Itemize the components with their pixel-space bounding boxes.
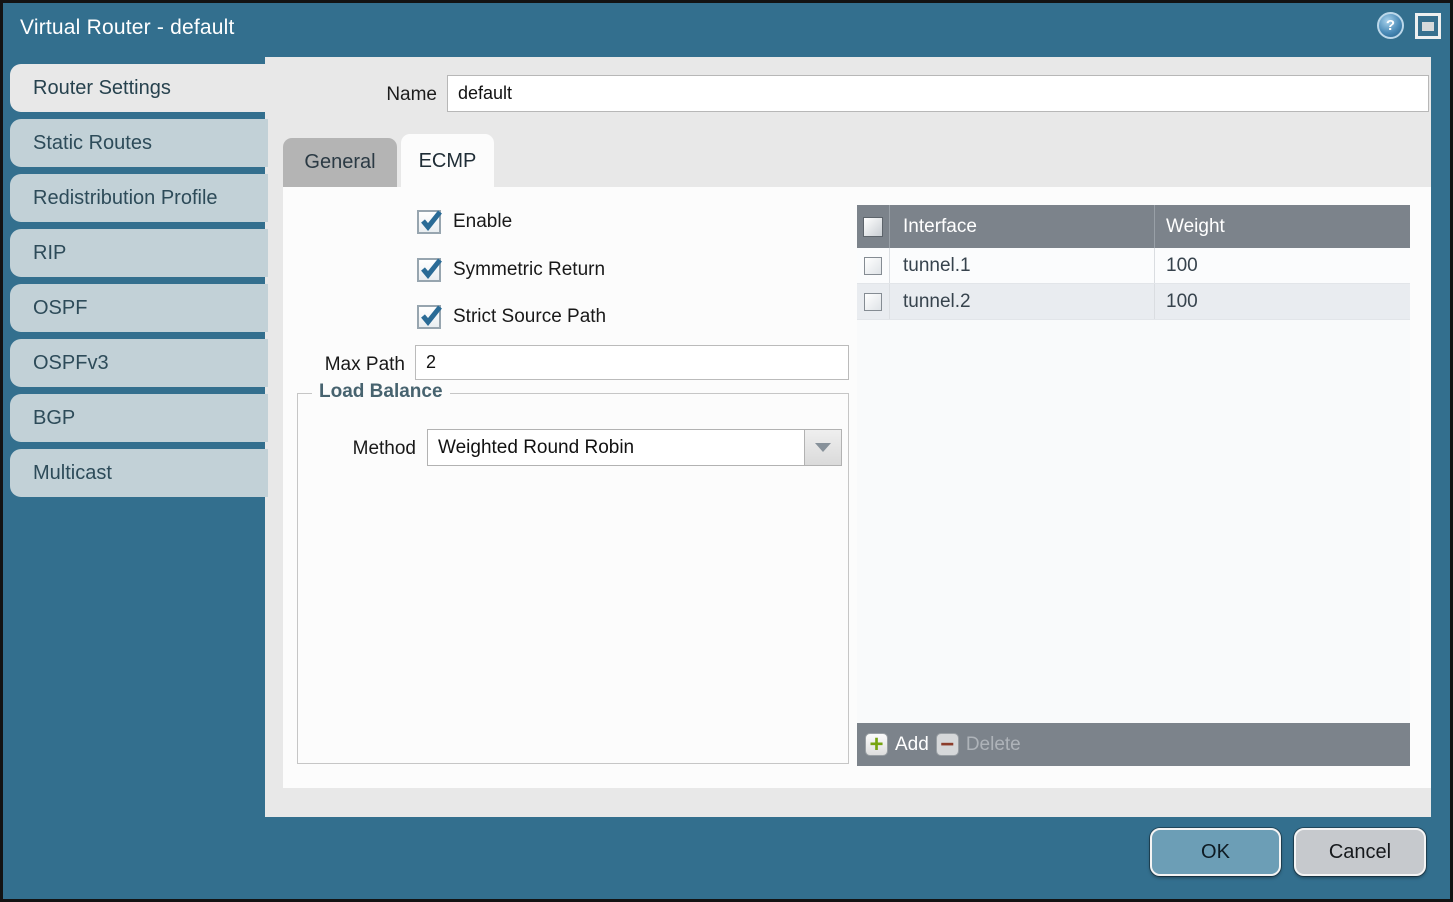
row-checkbox-cell (857, 248, 890, 283)
window-restore-icon[interactable] (1415, 13, 1441, 39)
dialog-title: Virtual Router - default (20, 16, 235, 40)
method-label: Method (320, 431, 416, 467)
cell-interface: tunnel.1 (890, 255, 1154, 277)
chevron-down-icon (815, 443, 831, 452)
table-header: Interface Weight (857, 205, 1410, 248)
strict-source-path-label: Strict Source Path (453, 306, 606, 328)
help-icon-glyph: ? (1386, 17, 1395, 34)
enable-row: Enable (417, 210, 512, 234)
load-balance-legend: Load Balance (312, 381, 450, 403)
minus-icon: − (936, 733, 959, 756)
cell-interface: tunnel.2 (890, 291, 1154, 313)
symmetric-return-checkbox[interactable] (417, 258, 441, 282)
virtual-router-dialog: Virtual Router - default ? Router Settin… (0, 0, 1453, 902)
table-row[interactable]: tunnel.2 100 (857, 284, 1410, 320)
sidebar-item-ospf[interactable]: OSPF (10, 284, 268, 332)
symmetric-return-row: Symmetric Return (417, 258, 605, 282)
max-path-label: Max Path (283, 347, 405, 382)
load-balance-group: Load Balance Method Weighted Round Robin (297, 393, 849, 764)
dropdown-button[interactable] (804, 430, 841, 465)
check-icon (418, 208, 444, 234)
enable-label: Enable (453, 211, 512, 233)
cell-weight: 100 (1154, 248, 1410, 283)
header-checkbox-cell (857, 205, 890, 248)
sidebar-item-router-settings[interactable]: Router Settings (10, 64, 268, 112)
strict-source-path-checkbox[interactable] (417, 305, 441, 329)
sidebar-item-ospfv3[interactable]: OSPFv3 (10, 339, 268, 387)
interface-table: Interface Weight tunnel.1 100 tunnel.2 1… (857, 205, 1410, 766)
row-checkbox[interactable] (864, 293, 882, 311)
add-button-label: Add (895, 734, 929, 756)
name-input[interactable] (447, 75, 1429, 112)
cancel-button[interactable]: Cancel (1294, 828, 1426, 876)
enable-checkbox[interactable] (417, 210, 441, 234)
ecmp-tab-panel: Enable Symmetric Return Strict Source Pa… (283, 187, 1431, 788)
sidebar-item-redistribution-profile[interactable]: Redistribution Profile (10, 174, 268, 222)
tab-ecmp[interactable]: ECMP (401, 134, 494, 188)
check-icon (418, 303, 444, 329)
select-all-checkbox[interactable] (863, 217, 883, 237)
column-header-interface: Interface (890, 216, 1154, 238)
delete-button[interactable]: − Delete (936, 733, 1021, 756)
symmetric-return-label: Symmetric Return (453, 259, 605, 281)
add-button[interactable]: + Add (865, 733, 929, 756)
delete-button-label: Delete (966, 734, 1021, 756)
cell-weight: 100 (1154, 284, 1410, 319)
window-restore-icon-inner (1422, 22, 1434, 31)
sidebar-item-rip[interactable]: RIP (10, 229, 268, 277)
table-empty-area (857, 320, 1410, 723)
name-label: Name (320, 78, 437, 112)
method-dropdown[interactable]: Weighted Round Robin (427, 429, 842, 466)
strict-source-path-row: Strict Source Path (417, 305, 606, 329)
table-toolbar: + Add − Delete (857, 723, 1410, 766)
help-icon[interactable]: ? (1377, 12, 1404, 39)
sidebar-item-bgp[interactable]: BGP (10, 394, 268, 442)
plus-icon: + (865, 733, 888, 756)
row-checkbox-cell (857, 284, 890, 319)
max-path-input[interactable] (415, 345, 849, 380)
sidebar-item-multicast[interactable]: Multicast (10, 449, 268, 497)
row-checkbox[interactable] (864, 257, 882, 275)
method-selected-value: Weighted Round Robin (438, 430, 634, 465)
ok-button[interactable]: OK (1150, 828, 1281, 876)
sidebar: Router Settings Static Routes Redistribu… (10, 64, 268, 504)
main-panel: Name General ECMP Enable Symm (265, 57, 1431, 817)
column-header-weight: Weight (1154, 205, 1410, 248)
check-icon (418, 256, 444, 282)
tab-general[interactable]: General (283, 138, 397, 187)
sidebar-item-static-routes[interactable]: Static Routes (10, 119, 268, 167)
table-row[interactable]: tunnel.1 100 (857, 248, 1410, 284)
